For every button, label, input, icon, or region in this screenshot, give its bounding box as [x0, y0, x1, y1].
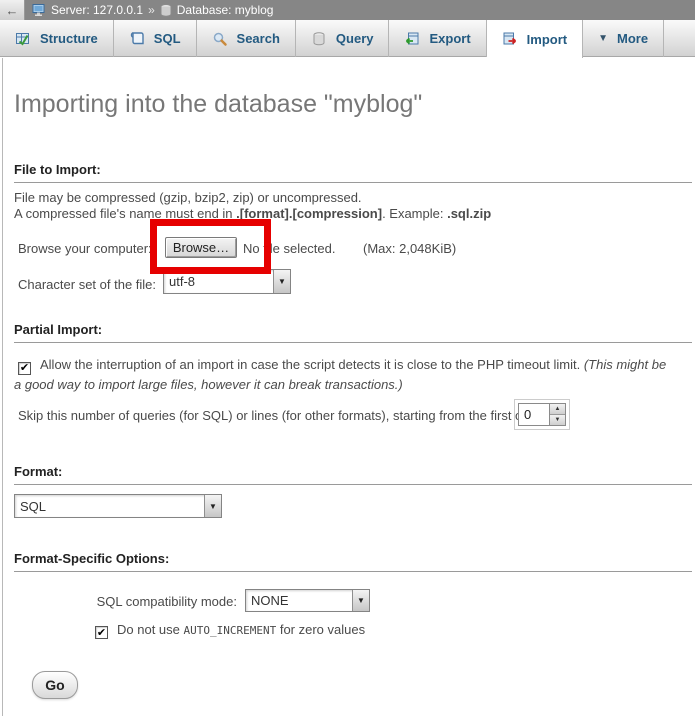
zero-values-text-pre: Do not use: [117, 622, 184, 637]
compression-format-pattern: .[format].[compression]: [236, 206, 382, 221]
format-select-value: SQL: [15, 495, 204, 517]
allow-interruption-italic2: a good way to import large files, howeve…: [14, 377, 403, 392]
format-dropdown-arrow-icon[interactable]: ▼: [204, 495, 221, 517]
compression-line2-mid: . Example:: [382, 206, 447, 221]
sql-icon: [129, 31, 145, 47]
partial-import-heading: Partial Import:: [14, 322, 692, 343]
browse-label: Browse your computer:: [18, 241, 152, 256]
charset-dropdown-arrow-icon[interactable]: ▼: [273, 270, 290, 293]
go-button[interactable]: Go: [32, 671, 78, 699]
zero-values-code: AUTO_INCREMENT: [184, 624, 277, 637]
zero-values-row: ✔ Do not use AUTO_INCREMENT for zero valu…: [95, 622, 365, 639]
skip-queries-input[interactable]: 0 ▲ ▼: [518, 403, 566, 426]
tab-query-label: Query: [336, 31, 374, 46]
sql-compat-dropdown-arrow-icon[interactable]: ▼: [352, 590, 369, 611]
compression-example: .sql.zip: [447, 206, 491, 221]
tab-more[interactable]: ▼ More: [583, 20, 664, 57]
compression-line2-pre: A compressed file's name must end in: [14, 206, 236, 221]
breadcrumb-separator: »: [148, 3, 155, 17]
tab-structure-label: Structure: [40, 31, 98, 46]
spinner-buttons: ▲ ▼: [549, 404, 565, 425]
spin-down-icon[interactable]: ▼: [550, 415, 565, 425]
tab-search-label: Search: [237, 31, 280, 46]
search-icon: [212, 31, 228, 47]
file-to-import-heading: File to Import:: [14, 162, 692, 183]
server-icon: [32, 3, 46, 17]
back-arrow-icon: ←: [6, 3, 19, 18]
spin-up-icon[interactable]: ▲: [550, 404, 565, 415]
tab-query[interactable]: Query: [296, 20, 390, 57]
skip-queries-label: Skip this number of queries (for SQL) or…: [18, 408, 540, 423]
tab-export-label: Export: [429, 31, 470, 46]
format-specific-heading: Format-Specific Options:: [14, 551, 692, 572]
allow-interruption-row: ✔ Allow the interruption of an import in …: [14, 355, 690, 394]
breadcrumb: Server: 127.0.0.1 » Database: myblog: [32, 3, 273, 17]
zero-values-text-post: for zero values: [276, 622, 365, 637]
charset-select[interactable]: utf-8 ▼: [163, 269, 291, 294]
no-file-selected-text: No file selected.: [243, 241, 336, 256]
allow-interruption-text: Allow the interruption of an import in c…: [40, 357, 584, 372]
database-icon: [160, 4, 172, 17]
checkmark-icon: ✔: [97, 626, 106, 639]
format-select[interactable]: SQL ▼: [14, 494, 222, 518]
allow-interruption-italic1: (This might be: [584, 357, 666, 372]
back-button[interactable]: ←: [0, 0, 25, 20]
skip-queries-value: 0: [519, 404, 549, 425]
checkmark-icon: ✔: [20, 359, 29, 378]
chevron-down-icon: ▼: [598, 33, 608, 44]
charset-label: Character set of the file:: [18, 277, 156, 292]
structure-icon: [15, 31, 31, 47]
query-icon: [311, 31, 327, 47]
import-icon: [502, 31, 518, 47]
breadcrumb-bar: ← Server: 127.0.0.1 » Database: myblog: [0, 0, 695, 20]
zero-values-checkbox[interactable]: ✔: [95, 626, 108, 639]
charset-select-value: utf-8: [164, 270, 273, 293]
browse-button[interactable]: Browse…: [165, 237, 237, 258]
tab-sql-label: SQL: [154, 31, 181, 46]
tab-import[interactable]: Import: [487, 20, 583, 58]
compression-note: File may be compressed (gzip, bzip2, zip…: [14, 190, 491, 222]
tab-export[interactable]: Export: [389, 20, 486, 57]
sql-compat-select[interactable]: NONE ▼: [245, 589, 370, 612]
export-icon: [404, 31, 420, 47]
sql-compat-select-value: NONE: [246, 590, 352, 611]
tab-import-label: Import: [527, 32, 567, 47]
breadcrumb-database-link[interactable]: Database: myblog: [177, 3, 274, 17]
max-size-note: (Max: 2,048KiB): [363, 241, 456, 256]
allow-interruption-checkbox[interactable]: ✔: [18, 362, 31, 375]
tab-sql[interactable]: SQL: [114, 20, 197, 57]
phpmyadmin-import-page: ← Server: 127.0.0.1 » Database: myblog S…: [0, 0, 695, 716]
compression-line1: File may be compressed (gzip, bzip2, zip…: [14, 190, 362, 205]
tab-more-label: More: [617, 31, 648, 46]
page-title: Importing into the database "myblog": [14, 90, 422, 119]
tab-structure[interactable]: Structure: [0, 20, 114, 57]
sql-compat-label: SQL compatibility mode:: [18, 594, 237, 609]
tab-search[interactable]: Search: [197, 20, 296, 57]
tab-bar: Structure SQL Search Query Export: [0, 20, 695, 57]
content-left-border: [2, 58, 3, 716]
format-heading: Format:: [14, 464, 692, 485]
breadcrumb-server-link[interactable]: Server: 127.0.0.1: [51, 3, 143, 17]
